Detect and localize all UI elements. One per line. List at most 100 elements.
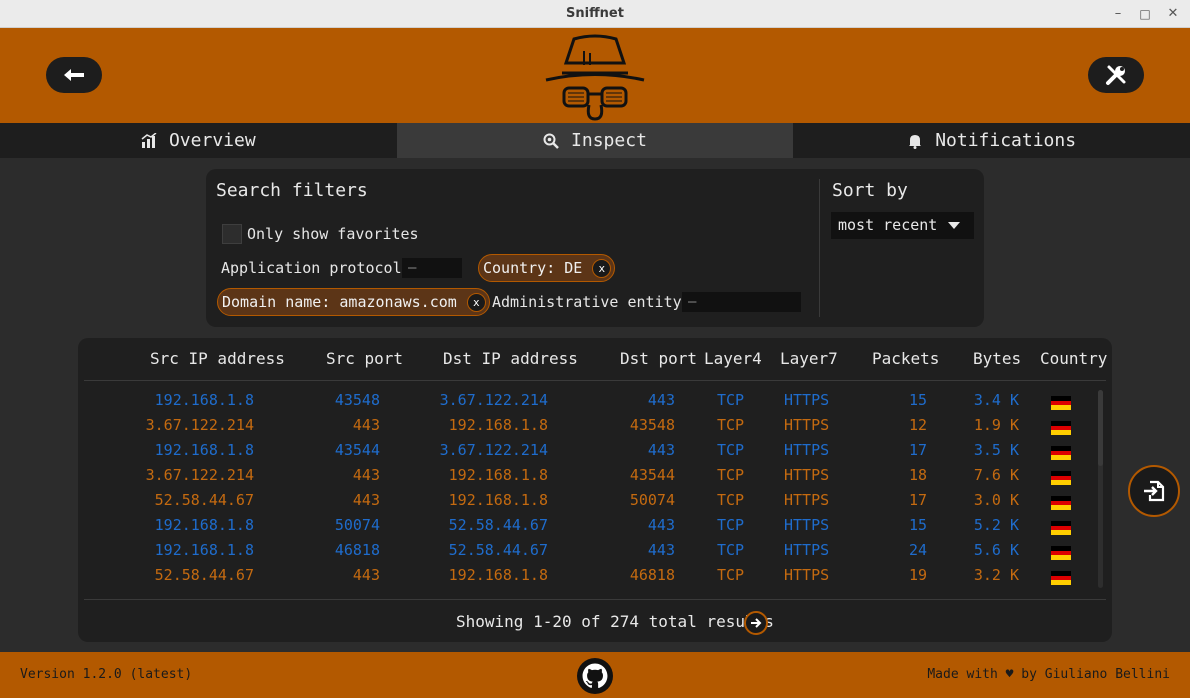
cell-packets: 19 — [908, 566, 927, 584]
col-header-bytes[interactable]: Bytes — [973, 349, 1021, 368]
github-button[interactable] — [577, 658, 613, 694]
made-with-text: Made with ♥ by Giuliano Bellini — [927, 667, 1170, 682]
next-page-button[interactable] — [744, 611, 768, 635]
table-scrollbar-thumb[interactable] — [1098, 390, 1103, 466]
file-import-icon — [1144, 480, 1165, 502]
cell-dst-ip: 192.168.1.8 — [448, 491, 548, 509]
tab-overview[interactable]: Overview — [0, 123, 397, 158]
cell-dst-port: 443 — [647, 441, 675, 459]
country-flag-icon — [1051, 471, 1071, 485]
cell-packets: 17 — [908, 491, 927, 509]
col-header-country[interactable]: Country — [1040, 349, 1107, 368]
table-row[interactable]: 3.67.122.214 443 192.168.1.8 43548 TCP HTTPS 1… — [78, 416, 1098, 441]
tab-notifications-label: Notifications — [935, 130, 1077, 151]
wrench-screwdriver-icon — [1106, 65, 1126, 85]
cell-bytes: 7.6 K — [973, 466, 1019, 484]
cell-src-ip: 3.67.122.214 — [145, 416, 254, 434]
cell-layer7: HTTPS — [784, 441, 830, 459]
favorites-checkbox[interactable] — [222, 224, 242, 244]
maximize-button[interactable]: □ — [1135, 4, 1155, 24]
cell-bytes: 1.9 K — [973, 416, 1019, 434]
col-header-packets[interactable]: Packets — [872, 349, 939, 368]
bar-chart-icon — [141, 132, 157, 148]
cell-layer7: HTTPS — [784, 466, 830, 484]
cell-bytes: 3.4 K — [973, 391, 1019, 409]
admin-entity-input[interactable]: – — [682, 292, 801, 312]
col-header-src-ip[interactable]: Src IP address — [150, 349, 285, 368]
back-button[interactable] — [46, 57, 102, 93]
cell-layer4: TCP — [717, 441, 745, 459]
cell-bytes: 5.2 K — [973, 516, 1019, 534]
country-chip-label: Country: DE — [483, 259, 583, 277]
col-header-dst-ip[interactable]: Dst IP address — [443, 349, 578, 368]
domain-chip-label: Domain name: amazonaws.com — [222, 293, 457, 311]
col-header-layer4[interactable]: Layer4 — [704, 349, 762, 368]
table-row[interactable]: 3.67.122.214 443 192.168.1.8 43544 TCP HTTPS 1… — [78, 466, 1098, 491]
sort-select[interactable]: most recent — [831, 212, 974, 239]
cell-src-port: 43544 — [334, 441, 380, 459]
table-row[interactable]: 192.168.1.8 46818 52.58.44.67 443 TCP HTTPS 24… — [78, 541, 1098, 566]
cell-dst-ip: 192.168.1.8 — [448, 566, 548, 584]
remove-country-filter-button[interactable]: x — [592, 258, 612, 278]
col-header-src-port[interactable]: Src port — [326, 349, 403, 368]
tab-inspect-label: Inspect — [571, 130, 647, 151]
cell-dst-ip: 192.168.1.8 — [448, 416, 548, 434]
version-text: Version 1.2.0 (latest) — [20, 667, 193, 682]
cell-layer4: TCP — [717, 466, 745, 484]
col-header-dst-port[interactable]: Dst port — [620, 349, 697, 368]
cell-dst-ip: 52.58.44.67 — [448, 516, 548, 534]
search-filters-panel: Search filters Only show favorites Appli… — [206, 169, 984, 327]
table-row[interactable]: 192.168.1.8 50074 52.58.44.67 443 TCP HTTPS 15… — [78, 516, 1098, 541]
connections-table: Src IP address Src port Dst IP address D… — [78, 338, 1112, 642]
minimize-button[interactable]: – — [1108, 4, 1128, 24]
table-row[interactable]: 52.58.44.67 443 192.168.1.8 46818 TCP HTTPS 19… — [78, 566, 1098, 591]
tab-overview-label: Overview — [168, 130, 256, 151]
table-scrollbar[interactable] — [1098, 390, 1103, 588]
cell-packets: 15 — [908, 391, 927, 409]
country-flag-icon — [1051, 421, 1071, 435]
cell-layer4: TCP — [717, 566, 745, 584]
search-filters-title: Search filters — [216, 180, 368, 201]
cell-layer4: TCP — [717, 391, 745, 409]
cell-layer4: TCP — [717, 516, 745, 534]
cell-src-ip: 3.67.122.214 — [145, 466, 254, 484]
cell-src-ip: 192.168.1.8 — [154, 391, 254, 409]
country-flag-icon — [1051, 446, 1071, 460]
cell-src-port: 46818 — [334, 541, 380, 559]
remove-domain-filter-button[interactable]: x — [466, 292, 486, 312]
sort-by-title: Sort by — [832, 180, 908, 201]
cell-dst-ip: 3.67.122.214 — [439, 441, 548, 459]
tab-notifications[interactable]: Notifications — [793, 123, 1190, 158]
col-header-layer7[interactable]: Layer7 — [780, 349, 838, 368]
cell-packets: 24 — [908, 541, 927, 559]
cell-src-port: 443 — [352, 491, 380, 509]
table-row[interactable]: 192.168.1.8 43548 3.67.122.214 443 TCP HTTPS 1… — [78, 391, 1098, 416]
cell-packets: 15 — [908, 516, 927, 534]
cell-dst-port: 443 — [647, 541, 675, 559]
app-protocol-input[interactable]: – — [402, 258, 462, 278]
settings-button[interactable] — [1088, 57, 1144, 93]
tab-inspect[interactable]: Inspect — [396, 123, 794, 158]
cell-src-port: 50074 — [334, 516, 380, 534]
cell-layer7: HTTPS — [784, 566, 830, 584]
cell-dst-ip: 3.67.122.214 — [439, 391, 548, 409]
cell-src-ip: 192.168.1.8 — [154, 541, 254, 559]
export-report-button[interactable] — [1128, 465, 1180, 517]
tab-bar: Overview Inspect Notifications — [0, 123, 1190, 158]
table-row[interactable]: 52.58.44.67 443 192.168.1.8 50074 TCP HTTPS 17… — [78, 491, 1098, 516]
cell-layer4: TCP — [717, 541, 745, 559]
cell-dst-port: 43548 — [629, 416, 675, 434]
cell-dst-port: 50074 — [629, 491, 675, 509]
table-row[interactable]: 192.168.1.8 43544 3.67.122.214 443 TCP HTTPS 1… — [78, 441, 1098, 466]
app-protocol-label: Application protocol: — [221, 259, 411, 277]
close-window-button[interactable]: ✕ — [1163, 4, 1183, 24]
country-flag-icon — [1051, 396, 1071, 410]
app-logo — [545, 34, 645, 121]
cell-layer7: HTTPS — [784, 416, 830, 434]
cell-src-ip: 192.168.1.8 — [154, 441, 254, 459]
favorites-label: Only show favorites — [247, 225, 419, 243]
app-footer: Version 1.2.0 (latest) Made with ♥ by Gi… — [0, 652, 1190, 698]
country-filter-chip: Country: DE x — [478, 254, 616, 282]
window-title: Sniffnet — [566, 6, 624, 21]
cell-dst-port: 46818 — [629, 566, 675, 584]
